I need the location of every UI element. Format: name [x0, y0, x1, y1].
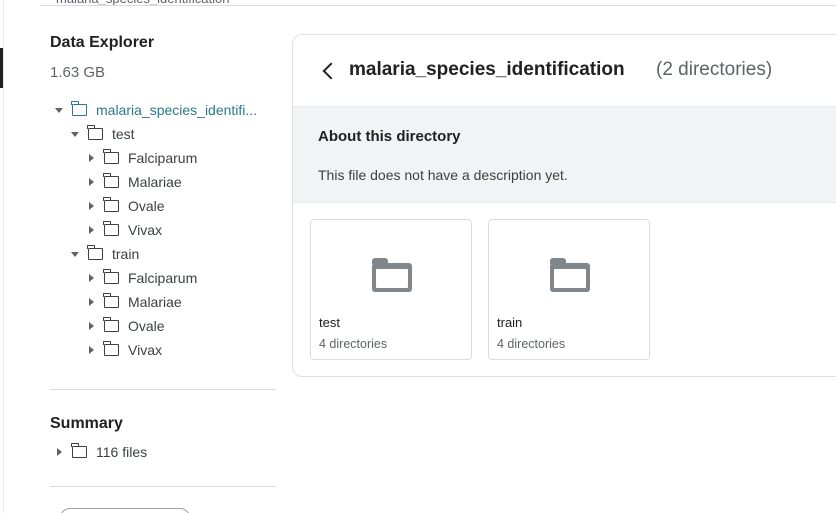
summary-title: Summary	[50, 415, 123, 432]
chevron-left-icon[interactable]	[319, 59, 339, 83]
tree-item-label: Falciparum	[128, 150, 198, 166]
folder-icon	[71, 443, 87, 458]
caret-down-icon[interactable]	[70, 249, 80, 259]
folder-icon	[103, 197, 119, 212]
tree-item-label: Vivax	[128, 342, 162, 358]
folder-icon	[103, 293, 119, 308]
folder-icon-inner	[554, 269, 586, 288]
caret-right-icon[interactable]	[86, 273, 96, 283]
tree-item-label: malaria_species_identifi...	[96, 102, 258, 118]
sidebar-divider	[50, 389, 276, 390]
tree-item-label: Falciparum	[128, 270, 198, 286]
folder-icon	[71, 101, 87, 116]
card-name: test	[319, 315, 340, 330]
directory-panel: malaria_species_identification (2 direct…	[292, 34, 836, 377]
tree-item-label: Ovale	[128, 318, 165, 334]
tree-item-test-ovale[interactable]: Ovale	[86, 194, 165, 218]
directory-card-train[interactable]: train 4 directories	[488, 219, 650, 360]
caret-down-icon[interactable]	[70, 129, 80, 139]
tree-item-train-ovale[interactable]: Ovale	[86, 314, 165, 338]
data-explorer-sidebar: Data Explorer 1.63 GB malaria_species_id…	[50, 0, 276, 513]
folder-icon	[103, 317, 119, 332]
folder-icon-inner	[376, 269, 408, 288]
tree-item-label: Malariae	[128, 174, 182, 190]
tree-item-label: Vivax	[128, 222, 162, 238]
about-description: This file does not have a description ye…	[318, 167, 568, 183]
sidebar-divider	[50, 486, 276, 487]
caret-down-icon[interactable]	[54, 105, 64, 115]
tree-item-test-malariae[interactable]: Malariae	[86, 170, 182, 194]
dataset-size: 1.63 GB	[50, 64, 106, 81]
tree-item-test-falciparum[interactable]: Falciparum	[86, 146, 197, 170]
tree-item-label: train	[112, 246, 140, 262]
caret-right-icon[interactable]	[86, 177, 96, 187]
folder-icon	[103, 269, 119, 284]
folder-icon	[87, 245, 103, 260]
tree-item-label: Ovale	[128, 198, 165, 214]
about-title: About this directory	[318, 128, 461, 145]
directory-card-test[interactable]: test 4 directories	[310, 219, 472, 360]
tree-item-label: test	[112, 126, 135, 142]
caret-right-icon[interactable]	[86, 345, 96, 355]
tree-item-label: Malariae	[128, 294, 182, 310]
summary-files-item[interactable]: 116 files	[54, 440, 147, 464]
folder-icon	[103, 341, 119, 356]
folder-icon	[103, 173, 119, 188]
card-meta: 4 directories	[319, 337, 388, 351]
caret-right-icon[interactable]	[86, 321, 96, 331]
tree-item-root[interactable]: malaria_species_identifi...	[54, 98, 257, 122]
bottom-action-button[interactable]	[60, 508, 190, 513]
folder-icon	[103, 221, 119, 236]
directory-title: malaria_species_identification	[349, 59, 625, 80]
tree-item-train[interactable]: train	[70, 242, 139, 266]
caret-right-icon[interactable]	[86, 153, 96, 163]
caret-right-icon[interactable]	[86, 225, 96, 235]
tree-item-test-vivax[interactable]: Vivax	[86, 218, 162, 242]
directory-header: malaria_species_identification (2 direct…	[293, 35, 836, 106]
card-name: train	[497, 315, 523, 330]
folder-icon	[87, 125, 103, 140]
tree-item-test[interactable]: test	[70, 122, 135, 146]
about-section: About this directory This file does not …	[293, 106, 836, 203]
caret-right-icon[interactable]	[86, 201, 96, 211]
tree-item-train-vivax[interactable]: Vivax	[86, 338, 162, 362]
tree-item-train-malariae[interactable]: Malariae	[86, 290, 182, 314]
folder-icon	[103, 149, 119, 164]
card-meta: 4 directories	[497, 337, 566, 351]
directory-count: (2 directories)	[656, 59, 773, 80]
tree-item-train-falciparum[interactable]: Falciparum	[86, 266, 197, 290]
data-explorer-title: Data Explorer	[50, 34, 155, 51]
edge-divider	[3, 0, 4, 513]
caret-right-icon[interactable]	[54, 447, 64, 457]
caret-right-icon[interactable]	[86, 297, 96, 307]
summary-files-label: 116 files	[96, 444, 148, 460]
